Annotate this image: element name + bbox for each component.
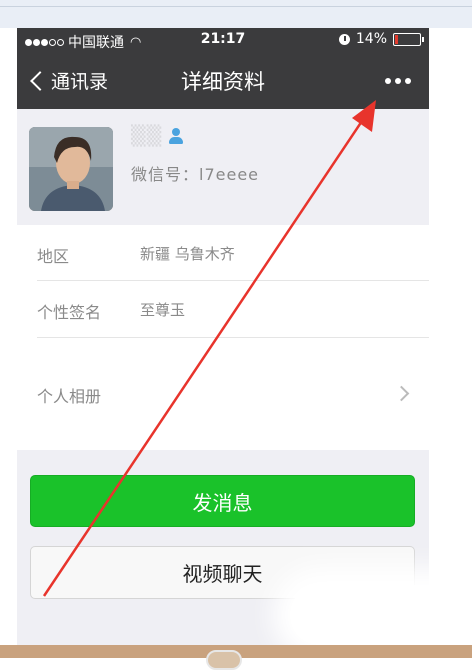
status-right: 14% <box>338 31 424 47</box>
avatar-photo <box>29 127 113 211</box>
battery-percent: 14% <box>355 31 387 47</box>
album-label: 个人相册 <box>37 387 102 406</box>
page-title: 详细资料 <box>181 70 265 94</box>
send-message-button[interactable]: 发消息 <box>30 475 415 527</box>
profile-name-redacted: ▒▒ <box>131 125 163 147</box>
chevron-right-icon <box>393 385 410 402</box>
region-label: 地区 <box>37 247 70 266</box>
battery-fill <box>395 34 398 44</box>
more-options-icon[interactable] <box>385 78 411 84</box>
region-value: 新疆 乌鲁木齐 <box>140 245 235 263</box>
region-row: 地区 新疆 乌鲁木齐 <box>17 225 429 281</box>
phone-screen: 中国联通 ◠ 21:17 14% 通讯录 详细资料 ▒▒ 微信号：l7eeee … <box>17 28 429 648</box>
navigation-bar: 通讯录 详细资料 <box>17 53 429 109</box>
wechat-id: 微信号：l7eeee <box>131 165 260 184</box>
profile-header: ▒▒ 微信号：l7eeee <box>17 109 429 222</box>
window-top-strip <box>0 0 472 28</box>
info-card: 地区 新疆 乌鲁木齐 个性签名 至尊玉 个人相册 <box>17 225 429 450</box>
background-right <box>429 28 472 648</box>
glare-overlay <box>290 585 470 645</box>
battery-icon <box>393 32 424 46</box>
home-button <box>206 650 242 670</box>
signature-label: 个性签名 <box>37 303 102 322</box>
status-bar: 中国联通 ◠ 21:17 14% <box>17 28 429 53</box>
album-row[interactable]: 个人相册 <box>17 338 429 450</box>
avatar[interactable] <box>29 127 113 211</box>
contact-icon <box>168 128 184 144</box>
signature-value: 至尊玉 <box>140 301 186 319</box>
alarm-icon <box>338 33 350 45</box>
signature-row: 个性签名 至尊玉 <box>17 281 429 338</box>
name-row: ▒▒ <box>131 125 184 147</box>
